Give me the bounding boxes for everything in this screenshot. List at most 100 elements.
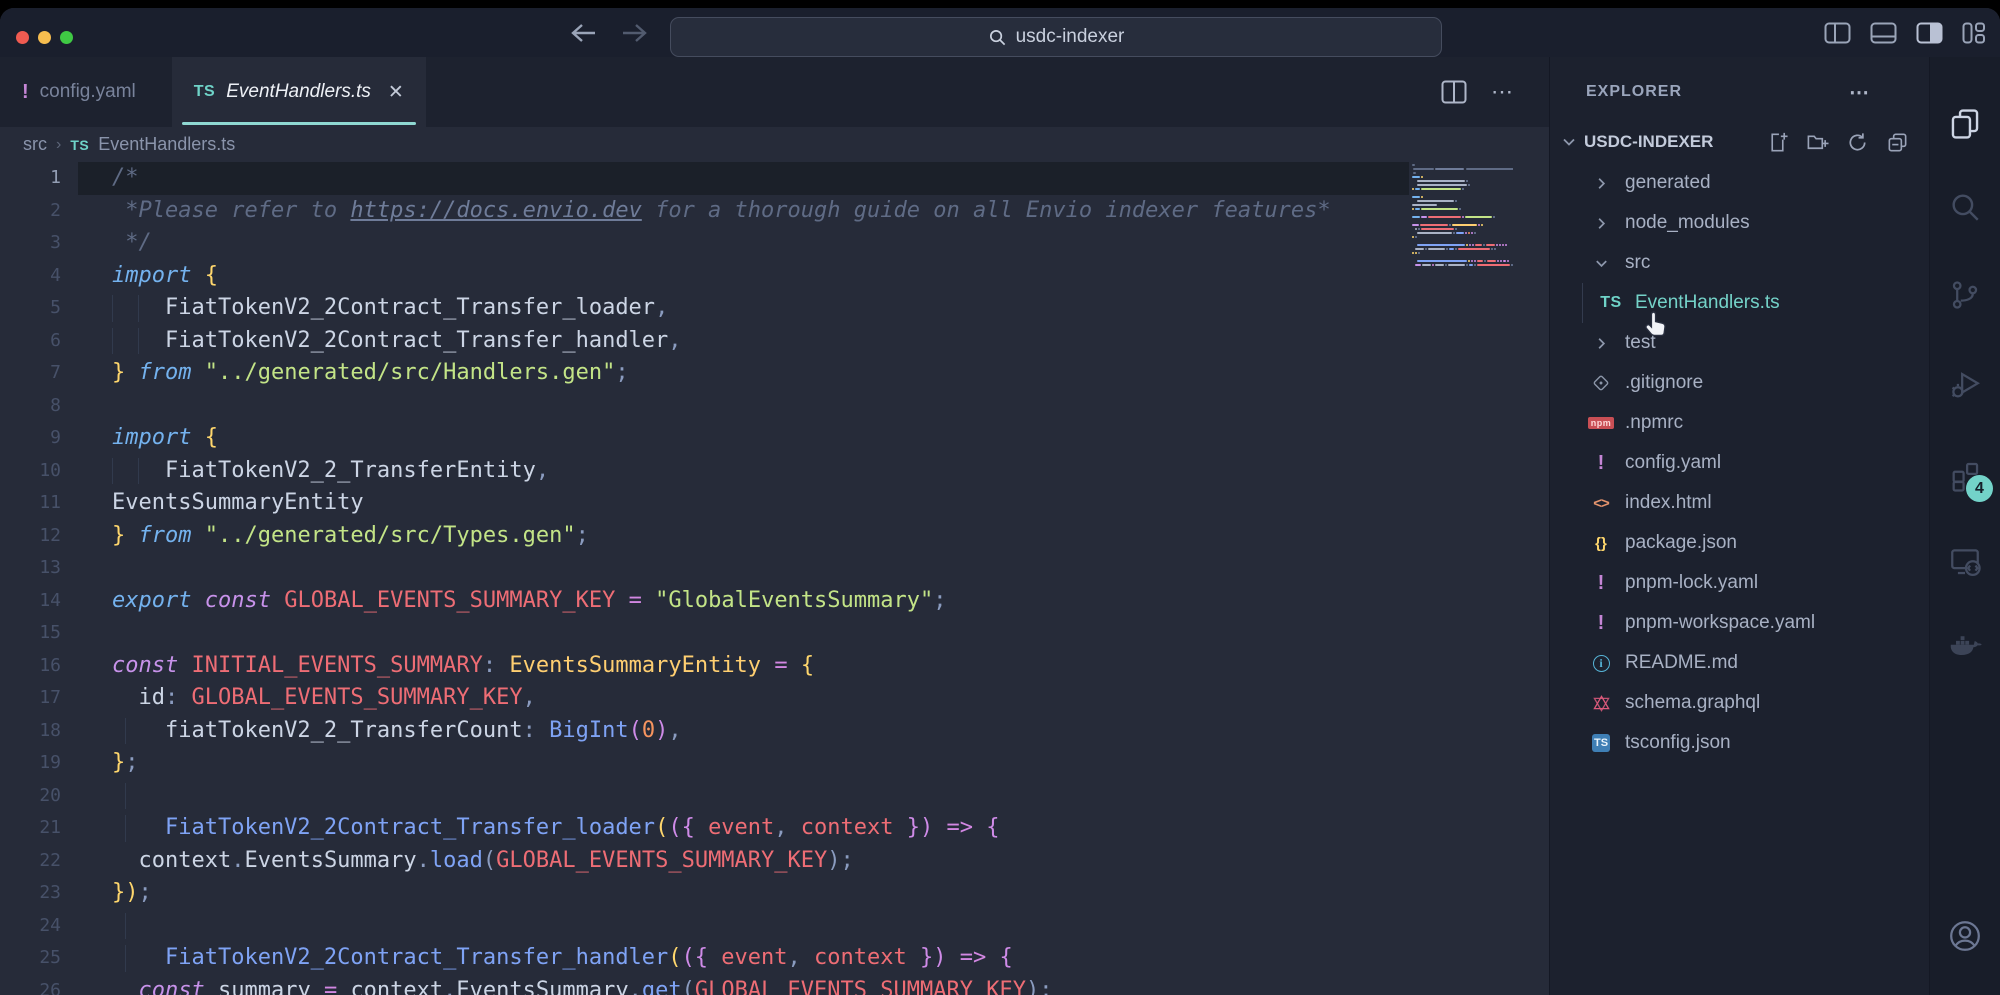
tab-config.yaml[interactable]: !config.yaml	[0, 57, 158, 127]
workspace-section-header[interactable]: USDC-INDEXER	[1550, 121, 1929, 163]
code-line-17[interactable]: 17 id: GLOBAL_EVENTS_SUMMARY_KEY,	[0, 682, 1549, 715]
code-line-21[interactable]: 21 FiatTokenV2_2Contract_Transfer_loader…	[0, 812, 1549, 845]
line-number[interactable]: 13	[0, 552, 61, 585]
panel-bottom-icon[interactable]	[1870, 22, 1897, 44]
breadcrumb[interactable]: src › TS EventHandlers.ts	[0, 127, 1549, 162]
code-line-10[interactable]: 10 FiatTokenV2_2_TransferEntity,	[0, 455, 1549, 488]
code-line-22[interactable]: 22 context.EventsSummary.load(GLOBAL_EVE…	[0, 845, 1549, 878]
minimize-window-button[interactable]	[38, 31, 51, 44]
tree-folder-generated[interactable]: generated	[1550, 163, 1929, 203]
refresh-icon[interactable]	[1846, 131, 1869, 154]
code-line-11[interactable]: 11EventsSummaryEntity	[0, 487, 1549, 520]
new-file-icon[interactable]	[1766, 131, 1789, 154]
explorer-icon[interactable]	[1946, 105, 1984, 143]
tree-file-tsconfig.json[interactable]: TStsconfig.json	[1550, 723, 1929, 763]
code-line-8[interactable]: 8	[0, 390, 1549, 423]
code-line-7[interactable]: 7} from "../generated/src/Handlers.gen";	[0, 357, 1549, 390]
line-number[interactable]: 18	[0, 715, 61, 748]
line-number[interactable]: 25	[0, 942, 61, 975]
line-number[interactable]: 5	[0, 292, 61, 325]
search-icon[interactable]	[1946, 188, 1984, 226]
tree-file-README.md[interactable]: iREADME.md	[1550, 643, 1929, 683]
forward-icon[interactable]	[620, 21, 650, 45]
zoom-window-button[interactable]	[60, 31, 73, 44]
line-number[interactable]: 7	[0, 357, 61, 390]
collapse-all-icon[interactable]	[1886, 131, 1909, 154]
line-number[interactable]: 17	[0, 682, 61, 715]
extensions-icon[interactable]: 4	[1946, 457, 1984, 495]
code-line-26[interactable]: 26 const summary = context.EventsSummary…	[0, 975, 1549, 995]
tree-file-index.html[interactable]: <>index.html	[1550, 483, 1929, 523]
code-line-16[interactable]: 16const INITIAL_EVENTS_SUMMARY: EventsSu…	[0, 650, 1549, 683]
tree-file-EventHandlers.ts[interactable]: TSEventHandlers.ts	[1550, 283, 1929, 323]
line-number[interactable]: 14	[0, 585, 61, 618]
breadcrumb-file[interactable]: EventHandlers.ts	[98, 134, 235, 155]
source-control-icon[interactable]	[1946, 276, 1984, 314]
tree-file-schema.graphql[interactable]: schema.graphql	[1550, 683, 1929, 723]
line-number[interactable]: 11	[0, 487, 61, 520]
code-line-18[interactable]: 18 fiatTokenV2_2_TransferCount: BigInt(0…	[0, 715, 1549, 748]
line-number[interactable]: 15	[0, 617, 61, 650]
close-window-button[interactable]	[16, 31, 29, 44]
tree-file-pnpm-lock.yaml[interactable]: !pnpm-lock.yaml	[1550, 563, 1929, 603]
line-number[interactable]: 3	[0, 227, 61, 260]
close-tab-icon[interactable]: ✕	[388, 81, 404, 104]
code-line-20[interactable]: 20	[0, 780, 1549, 813]
line-number[interactable]: 20	[0, 780, 61, 813]
code-line-23[interactable]: 23});	[0, 877, 1549, 910]
line-number[interactable]: 22	[0, 845, 61, 878]
line-number[interactable]: 9	[0, 422, 61, 455]
code-line-15[interactable]: 15	[0, 617, 1549, 650]
tree-folder-test[interactable]: test	[1550, 323, 1929, 363]
line-number[interactable]: 1	[0, 162, 61, 195]
tree-file-config.yaml[interactable]: !config.yaml	[1550, 443, 1929, 483]
new-folder-icon[interactable]	[1806, 131, 1829, 154]
code-line-2[interactable]: 2 *Please refer to https://docs.envio.de…	[0, 195, 1549, 228]
tree-file-pnpm-workspace.yaml[interactable]: !pnpm-workspace.yaml	[1550, 603, 1929, 643]
code-line-13[interactable]: 13	[0, 552, 1549, 585]
code-line-6[interactable]: 6 FiatTokenV2_2Contract_Transfer_handler…	[0, 325, 1549, 358]
panel-right-filled-icon[interactable]	[1916, 22, 1943, 44]
more-actions-icon[interactable]: ⋯	[1491, 79, 1515, 105]
code-line-24[interactable]: 24	[0, 910, 1549, 943]
line-number[interactable]: 26	[0, 975, 61, 995]
code-line-3[interactable]: 3 */	[0, 227, 1549, 260]
code-line-4[interactable]: 4import {	[0, 260, 1549, 293]
code-line-14[interactable]: 14export const GLOBAL_EVENTS_SUMMARY_KEY…	[0, 585, 1549, 618]
code-line-5[interactable]: 5 FiatTokenV2_2Contract_Transfer_loader,	[0, 292, 1549, 325]
line-number[interactable]: 12	[0, 520, 61, 553]
tree-file-.gitignore[interactable]: .gitignore	[1550, 363, 1929, 403]
account-icon[interactable]	[1946, 917, 1984, 955]
minimap[interactable]	[1411, 163, 1513, 267]
docker-icon[interactable]	[1946, 627, 1984, 665]
code-line-19[interactable]: 19};	[0, 747, 1549, 780]
breadcrumb-folder[interactable]: src	[23, 134, 47, 155]
layout-customize-icon[interactable]	[1962, 22, 1986, 44]
tree-file-.npmrc[interactable]: npm.npmrc	[1550, 403, 1929, 443]
code-line-12[interactable]: 12} from "../generated/src/Types.gen";	[0, 520, 1549, 553]
line-number[interactable]: 23	[0, 877, 61, 910]
line-number[interactable]: 16	[0, 650, 61, 683]
line-number[interactable]: 2	[0, 195, 61, 228]
panel-left-icon[interactable]	[1824, 22, 1851, 44]
explorer-more-icon[interactable]: ⋯	[1849, 80, 1871, 105]
line-number[interactable]: 6	[0, 325, 61, 358]
code-editor[interactable]: 1/*2 *Please refer to https://docs.envio…	[0, 162, 1549, 995]
split-editor-icon[interactable]	[1441, 80, 1467, 104]
remote-explorer-icon[interactable]	[1946, 542, 1984, 580]
tab-EventHandlers.ts[interactable]: TSEventHandlers.ts✕	[172, 57, 426, 127]
back-icon[interactable]	[568, 21, 598, 45]
code-line-25[interactable]: 25 FiatTokenV2_2Contract_Transfer_handle…	[0, 942, 1549, 975]
command-center-search[interactable]: usdc-indexer	[670, 17, 1442, 57]
tree-folder-src[interactable]: src	[1550, 243, 1929, 283]
tree-file-package.json[interactable]: {}package.json	[1550, 523, 1929, 563]
run-debug-icon[interactable]	[1946, 365, 1984, 403]
code-line-1[interactable]: 1/*	[0, 162, 1549, 195]
line-number[interactable]: 24	[0, 910, 61, 943]
line-number[interactable]: 8	[0, 390, 61, 423]
line-number[interactable]: 21	[0, 812, 61, 845]
code-line-9[interactable]: 9import {	[0, 422, 1549, 455]
line-number[interactable]: 10	[0, 455, 61, 488]
tree-folder-node_modules[interactable]: node_modules	[1550, 203, 1929, 243]
line-number[interactable]: 4	[0, 260, 61, 293]
